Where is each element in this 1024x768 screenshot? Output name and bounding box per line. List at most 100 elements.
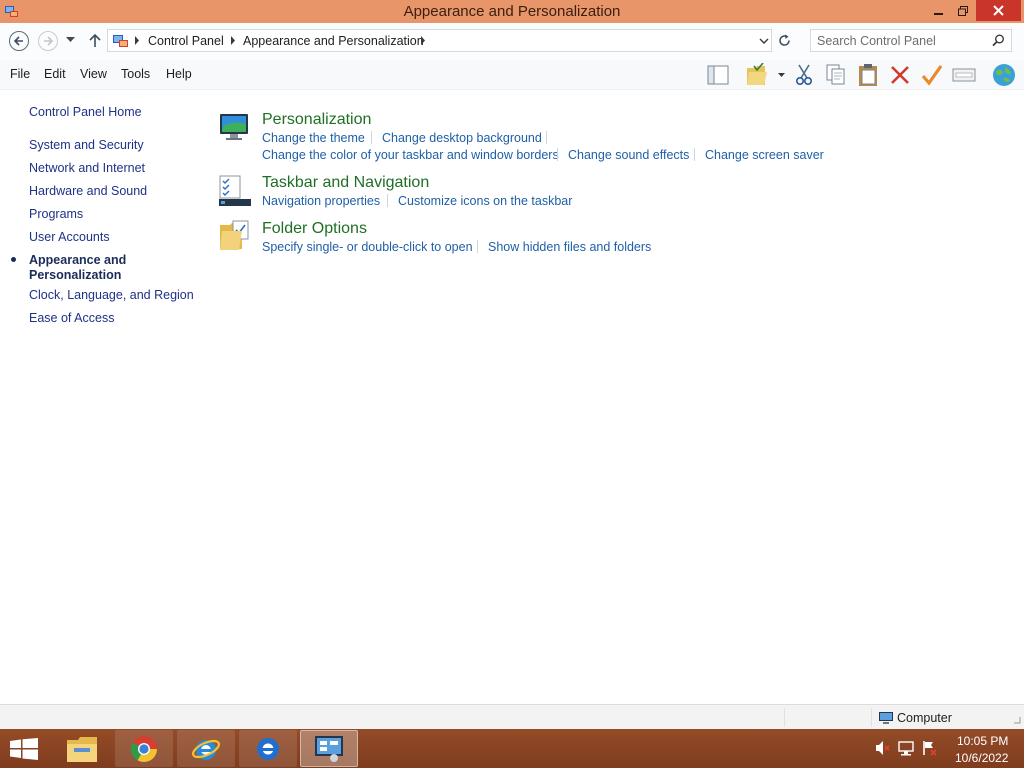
task-change-taskbar-color[interactable]: Change the color of your taskbar and win… <box>262 148 559 162</box>
folder-options-icon[interactable] <box>218 219 252 253</box>
menu-tools[interactable]: Tools <box>121 67 150 81</box>
paste-icon <box>859 64 877 86</box>
taskbar-internet-explorer-2[interactable] <box>239 730 297 767</box>
copy-icon <box>826 64 845 85</box>
checkmark-button[interactable] <box>919 62 945 88</box>
sidebar-item-appearance-personalization[interactable]: Appearance and Personalization <box>29 253 126 283</box>
chevron-down-icon[interactable] <box>759 38 769 44</box>
taskbar-chrome[interactable] <box>115 730 173 767</box>
task-change-sound-effects[interactable]: Change sound effects <box>568 148 689 162</box>
sidebar-item-label: Personalization <box>29 268 122 282</box>
task-separator <box>557 148 558 161</box>
layout-pane-button[interactable] <box>705 62 731 88</box>
task-customize-taskbar-icons[interactable]: Customize icons on the taskbar <box>398 194 572 208</box>
back-button[interactable] <box>9 31 29 51</box>
sidebar-item-ease-of-access[interactable]: Ease of Access <box>29 311 114 326</box>
globe-icon <box>993 64 1015 86</box>
task-separator <box>387 194 388 207</box>
close-icon <box>993 5 1004 16</box>
taskbar-icon[interactable] <box>218 174 252 208</box>
back-arrow-icon <box>13 36 23 46</box>
up-arrow-icon[interactable] <box>88 32 102 48</box>
network-icon[interactable] <box>898 740 914 756</box>
menu-help[interactable]: Help <box>166 67 192 81</box>
breadcrumb-control-panel[interactable]: Control Panel <box>148 34 224 48</box>
category-title-folder-options[interactable]: Folder Options <box>262 220 367 238</box>
copy-button[interactable] <box>823 62 849 88</box>
active-bullet <box>11 257 16 262</box>
control-panel-icon <box>113 35 128 47</box>
action-center-flag-icon[interactable] <box>922 740 938 756</box>
title-bar: Appearance and Personalization <box>0 0 1024 23</box>
internet-explorer-icon <box>257 737 279 760</box>
sidebar-item-programs[interactable]: Programs <box>29 207 83 222</box>
menu-view[interactable]: View <box>80 67 107 81</box>
clock-date[interactable]: 10/6/2022 <box>955 751 1008 765</box>
control-panel-icon <box>315 735 343 762</box>
clock-time[interactable]: 10:05 PM <box>957 734 1008 748</box>
delete-button[interactable] <box>887 62 913 88</box>
recent-locations-icon[interactable] <box>66 37 75 43</box>
status-bar: Computer <box>0 704 1024 729</box>
task-specify-click-to-open[interactable]: Specify single- or double-click to open <box>262 240 473 254</box>
search-input[interactable] <box>817 33 987 49</box>
search-box[interactable] <box>810 29 1012 52</box>
status-location: Computer <box>897 711 952 725</box>
breadcrumb-chevron-icon[interactable] <box>134 36 140 45</box>
sidebar-item-hardware-sound[interactable]: Hardware and Sound <box>29 184 147 199</box>
taskbar: 10:05 PM 10/6/2022 <box>0 729 1024 768</box>
left-navigation-pane: Control Panel Home System and Security N… <box>0 90 200 704</box>
task-change-desktop-background[interactable]: Change desktop background <box>382 131 542 145</box>
task-change-screen-saver[interactable]: Change screen saver <box>705 148 824 162</box>
breadcrumb-appearance[interactable]: Appearance and Personalization <box>243 34 424 48</box>
task-separator <box>546 131 547 144</box>
layout-pane-icon <box>707 65 729 85</box>
category-title-personalization[interactable]: Personalization <box>262 111 371 129</box>
sidebar-item-system-security[interactable]: System and Security <box>29 138 144 153</box>
sidebar-item-label: Appearance and <box>29 253 127 267</box>
sidebar-item-clock-language-region[interactable]: Clock, Language, and Region <box>29 288 194 303</box>
windows-start-icon[interactable] <box>10 738 38 760</box>
task-navigation-properties[interactable]: Navigation properties <box>262 194 380 208</box>
control-panel-home-link[interactable]: Control Panel Home <box>29 105 142 120</box>
paste-button[interactable] <box>855 62 881 88</box>
taskbar-file-explorer[interactable] <box>53 730 111 767</box>
checkmark-icon <box>921 65 943 86</box>
cut-icon <box>795 64 813 86</box>
task-change-theme[interactable]: Change the theme <box>262 131 365 145</box>
task-separator <box>694 148 695 161</box>
sidebar-item-user-accounts[interactable]: User Accounts <box>29 230 110 245</box>
chrome-icon <box>130 735 158 762</box>
menu-bar: File Edit View Tools Help <box>0 60 1024 90</box>
cut-button[interactable] <box>791 62 817 88</box>
taskbar-control-panel[interactable] <box>300 730 358 767</box>
window-title: Appearance and Personalization <box>403 3 621 20</box>
close-button[interactable] <box>976 0 1021 21</box>
folder-check-icon <box>747 63 785 85</box>
volume-muted-icon[interactable] <box>875 740 891 756</box>
breadcrumb-chevron-icon[interactable] <box>230 36 236 45</box>
minimize-icon <box>934 12 943 15</box>
internet-options-button[interactable] <box>990 62 1018 88</box>
resize-grip-icon[interactable] <box>1013 716 1021 724</box>
sidebar-item-network-internet[interactable]: Network and Internet <box>29 161 145 176</box>
menu-file[interactable]: File <box>10 67 30 81</box>
address-bar[interactable]: Control Panel Appearance and Personaliza… <box>107 29 772 52</box>
category-title-taskbar-navigation[interactable]: Taskbar and Navigation <box>262 174 429 192</box>
search-icon[interactable] <box>992 34 1005 47</box>
restore-button[interactable] <box>948 0 978 21</box>
breadcrumb-chevron-icon[interactable] <box>420 36 426 45</box>
forward-button[interactable] <box>38 31 58 51</box>
menu-edit[interactable]: Edit <box>44 67 66 81</box>
delete-icon <box>891 66 909 84</box>
folder-options-button[interactable] <box>743 62 787 88</box>
file-explorer-icon <box>67 736 97 762</box>
task-separator <box>371 131 372 144</box>
taskbar-internet-explorer[interactable] <box>177 730 235 767</box>
refresh-icon[interactable] <box>778 34 791 47</box>
task-show-hidden-files[interactable]: Show hidden files and folders <box>488 240 651 254</box>
properties-button[interactable] <box>951 62 977 88</box>
status-divider <box>871 708 872 727</box>
personalization-icon[interactable] <box>218 110 252 144</box>
navigation-bar: Control Panel Appearance and Personaliza… <box>0 23 1024 60</box>
